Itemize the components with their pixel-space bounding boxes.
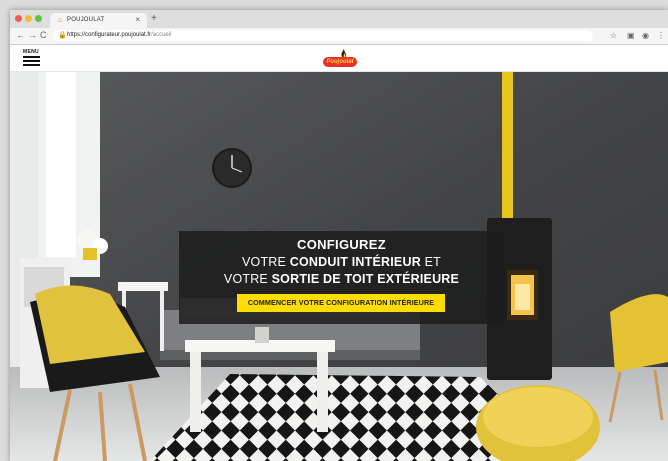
- lock-icon: 🔒: [58, 32, 67, 39]
- new-tab-button[interactable]: +: [151, 13, 157, 24]
- address-bar[interactable]: 🔒 https://configurateur.poujoulat.fr/acc…: [53, 30, 593, 41]
- profile-icon[interactable]: ◉: [642, 31, 649, 40]
- site-header: MENU Poujoulat: [10, 45, 668, 72]
- hero-banner: CONFIGUREZ VOTRE CONDUIT INTÉRIEUR ET VO…: [10, 72, 668, 461]
- bookmark-star-icon[interactable]: ☆: [610, 31, 617, 40]
- menu-label: MENU: [23, 49, 39, 55]
- hero-line-2: VOTRE CONDUIT INTÉRIEUR ET: [242, 255, 441, 269]
- reload-button[interactable]: C: [40, 30, 47, 40]
- maximize-window-button[interactable]: [35, 15, 42, 22]
- minimize-window-button[interactable]: [25, 15, 32, 22]
- url-text: https://configurateur.poujoulat.fr/accue…: [67, 32, 171, 38]
- back-button[interactable]: ←: [16, 30, 25, 40]
- hero-title: CONFIGUREZ: [297, 237, 386, 252]
- hero-line-3: VOTRE SORTIE DE TOIT EXTÉRIEURE: [223, 272, 460, 286]
- hero-overlay: CONFIGUREZ VOTRE CONDUIT INTÉRIEUR ET VO…: [179, 231, 504, 324]
- url-path: /accueil: [151, 32, 172, 38]
- tab-title: POUJOULAT: [67, 17, 105, 23]
- browser-tab[interactable]: ♨ POUJOULAT ×: [50, 13, 147, 28]
- tab-strip: ♨ POUJOULAT × +: [10, 10, 668, 28]
- tab-close-icon[interactable]: ×: [135, 15, 140, 24]
- close-window-button[interactable]: [15, 15, 22, 22]
- browser-window: ♨ POUJOULAT × + ← → C 🔒 https://configur…: [10, 10, 668, 461]
- extension-icon[interactable]: ▣: [627, 31, 635, 40]
- address-toolbar: ← → C 🔒 https://configurateur.poujoulat.…: [10, 28, 668, 45]
- url-domain: https://configurateur.poujoulat.fr: [67, 32, 152, 38]
- logo-wordmark: Poujoulat: [323, 57, 357, 67]
- browser-menu-icon[interactable]: ⋮: [657, 31, 665, 40]
- menu-button[interactable]: MENU: [23, 49, 43, 67]
- forward-button[interactable]: →: [28, 30, 37, 40]
- poujoulat-logo[interactable]: Poujoulat: [321, 48, 361, 69]
- start-configuration-button[interactable]: COMMENCER VOTRE CONFIGURATION INTÉRIEURE: [237, 294, 445, 312]
- favicon-icon: ♨: [57, 17, 64, 24]
